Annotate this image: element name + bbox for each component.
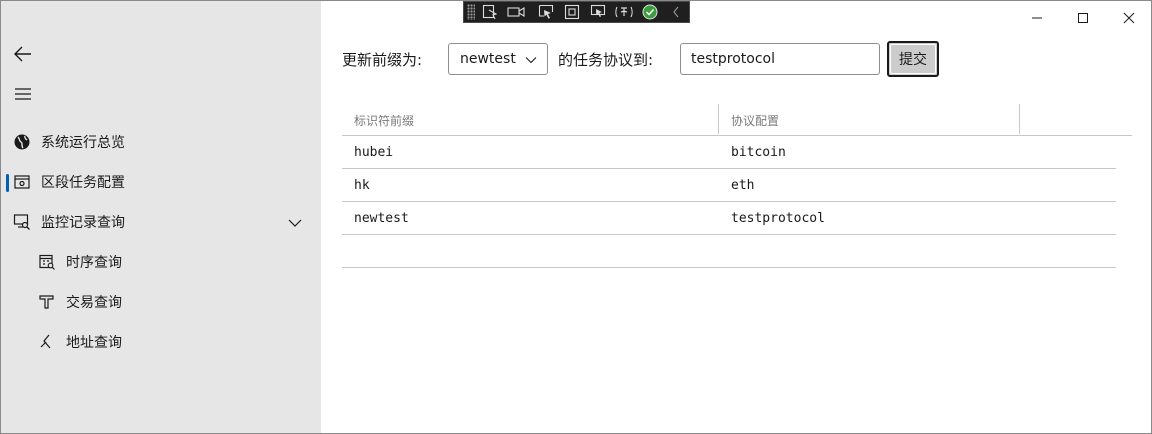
- chevron-down-icon[interactable]: [287, 215, 303, 231]
- cell-prefix: hubei: [354, 145, 394, 160]
- hamburger-icon: [15, 88, 31, 100]
- cell-prefix: newtest: [354, 211, 409, 226]
- table-row[interactable]: hk eth: [342, 169, 1116, 202]
- video-camera-icon[interactable]: [505, 2, 527, 22]
- sidebar-item-label: 区段任务配置: [41, 175, 125, 191]
- drag-grip-icon[interactable]: [467, 4, 475, 20]
- column-separator[interactable]: [1019, 104, 1020, 134]
- globe-icon: [13, 133, 31, 151]
- sidebar-item-label: 交易查询: [66, 295, 122, 311]
- check-status-icon[interactable]: [639, 2, 661, 22]
- sidebar-item-address-query[interactable]: 地址查询: [1, 324, 321, 360]
- protocol-label: 的任务协议到:: [558, 51, 654, 69]
- transaction-icon: [38, 293, 56, 311]
- sidebar-item-overview[interactable]: 系统运行总览: [1, 124, 321, 160]
- back-button[interactable]: [9, 40, 37, 68]
- column-separator[interactable]: [718, 104, 719, 134]
- sidebar-item-label: 系统运行总览: [41, 135, 125, 151]
- pointer-select-icon[interactable]: [535, 2, 557, 22]
- track-focus-icon[interactable]: [587, 2, 609, 22]
- table-row[interactable]: hubei bitcoin: [342, 136, 1116, 169]
- sidebar-item-label: 监控记录查询: [41, 215, 125, 231]
- maximize-button[interactable]: [1060, 3, 1106, 33]
- app-window: 系统运行总览 区段任务配置 监控记录查询 时序查询 交易查询 地址查询 更新前缀…: [0, 0, 1152, 434]
- close-icon: [1123, 12, 1135, 24]
- calendar-search-icon: [38, 253, 56, 271]
- cell-protocol: bitcoin: [731, 145, 786, 160]
- maximize-icon: [1078, 13, 1088, 23]
- close-button[interactable]: [1106, 3, 1152, 33]
- grid-header: 标识符前缀 协议配置: [342, 102, 1132, 136]
- minimize-button[interactable]: [1014, 3, 1060, 33]
- debug-toolbar: [463, 1, 690, 23]
- column-header-prefix[interactable]: 标识符前缀: [354, 112, 414, 129]
- address-icon: [38, 333, 56, 351]
- sidebar-item-segment-task-config[interactable]: 区段任务配置: [1, 164, 321, 200]
- chevron-down-icon: [525, 57, 537, 64]
- prefix-dropdown[interactable]: newtest: [448, 43, 548, 75]
- table-row[interactable]: newtest testprotocol: [342, 202, 1116, 235]
- navigation-pane: 系统运行总览 区段任务配置 监控记录查询 时序查询 交易查询 地址查询: [1, 1, 321, 433]
- back-arrow-icon: [14, 46, 31, 62]
- prefix-label: 更新前缀为:: [342, 51, 423, 69]
- sidebar-item-timeseries-query[interactable]: 时序查询: [1, 244, 321, 280]
- minimize-icon: [1032, 17, 1042, 19]
- sidebar-item-label: 地址查询: [66, 335, 122, 351]
- sidebar-item-monitor-records[interactable]: 监控记录查询: [1, 204, 321, 240]
- cell-prefix: hk: [354, 178, 370, 193]
- cell-protocol: eth: [731, 178, 755, 193]
- select-element-icon[interactable]: [479, 2, 501, 22]
- prefix-dropdown-value: newtest: [460, 51, 516, 67]
- sidebar-item-transaction-query[interactable]: 交易查询: [1, 284, 321, 320]
- sidebar-item-label: 时序查询: [66, 255, 122, 271]
- submit-button[interactable]: 提交: [887, 41, 939, 77]
- collapse-toolbar-icon[interactable]: [665, 2, 687, 22]
- selection-indicator: [6, 174, 9, 192]
- protocol-input[interactable]: [680, 43, 880, 75]
- config-panel-icon: [13, 173, 31, 191]
- accessibility-check-icon[interactable]: [613, 2, 635, 22]
- column-header-protocol[interactable]: 协议配置: [731, 112, 779, 129]
- cell-protocol: testprotocol: [731, 211, 825, 226]
- table-row-empty: [342, 235, 1116, 268]
- monitor-search-icon: [13, 213, 31, 231]
- menu-toggle-button[interactable]: [9, 80, 37, 108]
- layout-adorner-icon[interactable]: [561, 2, 583, 22]
- prefix-protocol-grid: 标识符前缀 协议配置 hubei bitcoin hk eth newtest …: [342, 102, 1132, 268]
